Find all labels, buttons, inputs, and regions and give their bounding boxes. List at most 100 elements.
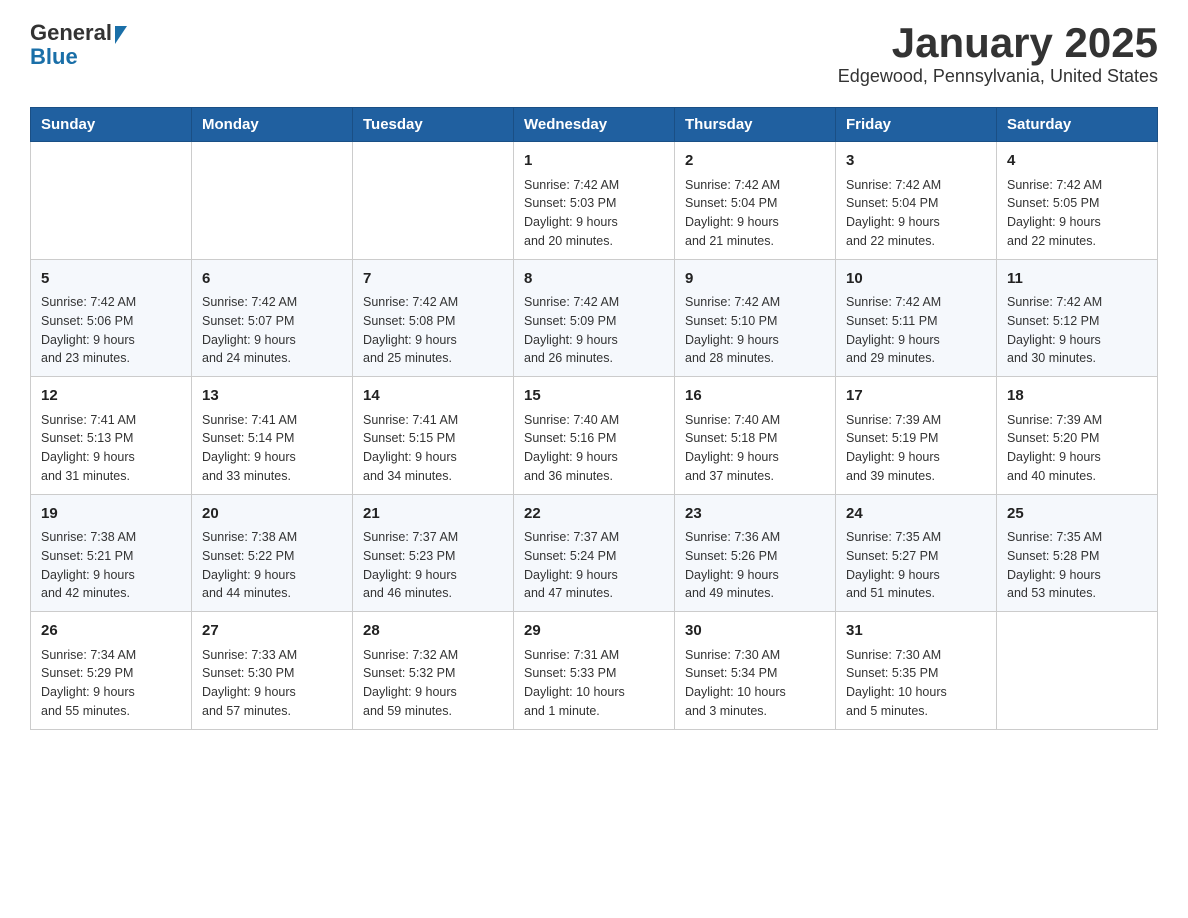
day-number: 9 [685, 268, 825, 291]
title-area: January 2025 Edgewood, Pennsylvania, Uni… [838, 20, 1158, 87]
calendar-cell: 14Sunrise: 7:41 AM Sunset: 5:15 PM Dayli… [353, 377, 514, 495]
day-number: 17 [846, 385, 986, 408]
day-info: Sunrise: 7:41 AM Sunset: 5:13 PM Dayligh… [41, 411, 181, 486]
day-number: 16 [685, 385, 825, 408]
calendar-cell: 20Sunrise: 7:38 AM Sunset: 5:22 PM Dayli… [192, 494, 353, 612]
day-number: 31 [846, 620, 986, 643]
calendar-cell: 29 Sunrise: 7:31 AM Sunset: 5:33 PM Dayli… [514, 612, 675, 730]
day-info: Sunrise: 7:40 AM Sunset: 5:16 PM Dayligh… [524, 411, 664, 486]
day-info: Sunrise: 7:34 AM Sunset: 5:29 PM Dayligh… [41, 646, 181, 721]
calendar-cell: 27 Sunrise: 7:33 AM Sunset: 5:30 PM Dayli… [192, 612, 353, 730]
calendar-cell: 11Sunrise: 7:42 AM Sunset: 5:12 PM Dayli… [997, 259, 1158, 377]
day-number: 8 [524, 268, 664, 291]
calendar-cell: 31 Sunrise: 7:30 AM Sunset: 5:35 PM Dayli… [836, 612, 997, 730]
day-number: 27 [202, 620, 342, 643]
calendar-cell: 3Sunrise: 7:42 AM Sunset: 5:04 PM Daylig… [836, 142, 997, 260]
calendar-cell: 12 Sunrise: 7:41 AM Sunset: 5:13 PM Dayli… [31, 377, 192, 495]
day-info: Sunrise: 7:39 AM Sunset: 5:19 PM Dayligh… [846, 411, 986, 486]
day-number: 21 [363, 503, 503, 526]
calendar-cell: 1 Sunrise: 7:42 AM Sunset: 5:03 PM Daylig… [514, 142, 675, 260]
day-info: Sunrise: 7:40 AM Sunset: 5:18 PM Dayligh… [685, 411, 825, 486]
calendar-cell [997, 612, 1158, 730]
calendar-cell: 18Sunrise: 7:39 AM Sunset: 5:20 PM Dayli… [997, 377, 1158, 495]
col-tuesday: Tuesday [353, 108, 514, 142]
col-thursday: Thursday [675, 108, 836, 142]
calendar-cell: 13 Sunrise: 7:41 AM Sunset: 5:14 PM Dayli… [192, 377, 353, 495]
calendar-cell: 22Sunrise: 7:37 AM Sunset: 5:24 PM Dayli… [514, 494, 675, 612]
day-info: Sunrise: 7:37 AM Sunset: 5:23 PM Dayligh… [363, 528, 503, 603]
calendar-week-row: 12 Sunrise: 7:41 AM Sunset: 5:13 PM Dayli… [31, 377, 1158, 495]
calendar-cell: 6Sunrise: 7:42 AM Sunset: 5:07 PM Daylig… [192, 259, 353, 377]
day-number: 30 [685, 620, 825, 643]
day-number: 26 [41, 620, 181, 643]
day-info: Sunrise: 7:36 AM Sunset: 5:26 PM Dayligh… [685, 528, 825, 603]
day-info: Sunrise: 7:42 AM Sunset: 5:03 PM Dayligh… [524, 176, 664, 251]
day-number: 2 [685, 150, 825, 173]
day-number: 5 [41, 268, 181, 291]
calendar-cell: 10Sunrise: 7:42 AM Sunset: 5:11 PM Dayli… [836, 259, 997, 377]
logo-blue: Blue [30, 46, 127, 68]
day-number: 12 [41, 385, 181, 408]
calendar-title: January 2025 [838, 20, 1158, 66]
day-number: 7 [363, 268, 503, 291]
calendar-cell: 24Sunrise: 7:35 AM Sunset: 5:27 PM Dayli… [836, 494, 997, 612]
day-info: Sunrise: 7:38 AM Sunset: 5:21 PM Dayligh… [41, 528, 181, 603]
calendar-cell: 4Sunrise: 7:42 AM Sunset: 5:05 PM Daylig… [997, 142, 1158, 260]
day-info: Sunrise: 7:42 AM Sunset: 5:07 PM Dayligh… [202, 293, 342, 368]
calendar-cell: 8Sunrise: 7:42 AM Sunset: 5:09 PM Daylig… [514, 259, 675, 377]
calendar-cell [192, 142, 353, 260]
day-number: 4 [1007, 150, 1147, 173]
calendar-cell: 23Sunrise: 7:36 AM Sunset: 5:26 PM Dayli… [675, 494, 836, 612]
day-number: 24 [846, 503, 986, 526]
day-info: Sunrise: 7:38 AM Sunset: 5:22 PM Dayligh… [202, 528, 342, 603]
day-info: Sunrise: 7:35 AM Sunset: 5:27 PM Dayligh… [846, 528, 986, 603]
calendar-cell: 7Sunrise: 7:42 AM Sunset: 5:08 PM Daylig… [353, 259, 514, 377]
day-info: Sunrise: 7:42 AM Sunset: 5:08 PM Dayligh… [363, 293, 503, 368]
calendar-week-row: 19Sunrise: 7:38 AM Sunset: 5:21 PM Dayli… [31, 494, 1158, 612]
calendar-week-row: 5Sunrise: 7:42 AM Sunset: 5:06 PM Daylig… [31, 259, 1158, 377]
day-number: 1 [524, 150, 664, 173]
day-info: Sunrise: 7:32 AM Sunset: 5:32 PM Dayligh… [363, 646, 503, 721]
day-info: Sunrise: 7:31 AM Sunset: 5:33 PM Dayligh… [524, 646, 664, 721]
day-info: Sunrise: 7:41 AM Sunset: 5:15 PM Dayligh… [363, 411, 503, 486]
calendar-cell [353, 142, 514, 260]
day-info: Sunrise: 7:35 AM Sunset: 5:28 PM Dayligh… [1007, 528, 1147, 603]
calendar-week-row: 1 Sunrise: 7:42 AM Sunset: 5:03 PM Daylig… [31, 142, 1158, 260]
logo-triangle-icon [115, 26, 127, 44]
calendar-cell: 19Sunrise: 7:38 AM Sunset: 5:21 PM Dayli… [31, 494, 192, 612]
calendar-cell: 5Sunrise: 7:42 AM Sunset: 5:06 PM Daylig… [31, 259, 192, 377]
day-number: 22 [524, 503, 664, 526]
day-info: Sunrise: 7:42 AM Sunset: 5:11 PM Dayligh… [846, 293, 986, 368]
col-wednesday: Wednesday [514, 108, 675, 142]
day-number: 6 [202, 268, 342, 291]
day-number: 25 [1007, 503, 1147, 526]
day-info: Sunrise: 7:39 AM Sunset: 5:20 PM Dayligh… [1007, 411, 1147, 486]
day-number: 13 [202, 385, 342, 408]
col-monday: Monday [192, 108, 353, 142]
day-info: Sunrise: 7:42 AM Sunset: 5:06 PM Dayligh… [41, 293, 181, 368]
calendar-cell: 26 Sunrise: 7:34 AM Sunset: 5:29 PM Dayli… [31, 612, 192, 730]
page-header: General Blue January 2025 Edgewood, Penn… [30, 20, 1158, 87]
calendar-subtitle: Edgewood, Pennsylvania, United States [838, 66, 1158, 87]
day-info: Sunrise: 7:33 AM Sunset: 5:30 PM Dayligh… [202, 646, 342, 721]
calendar-cell [31, 142, 192, 260]
calendar-cell: 30Sunrise: 7:30 AM Sunset: 5:34 PM Dayli… [675, 612, 836, 730]
logo: General Blue [30, 20, 127, 68]
calendar-cell: 15Sunrise: 7:40 AM Sunset: 5:16 PM Dayli… [514, 377, 675, 495]
day-number: 20 [202, 503, 342, 526]
calendar-cell: 25Sunrise: 7:35 AM Sunset: 5:28 PM Dayli… [997, 494, 1158, 612]
day-info: Sunrise: 7:37 AM Sunset: 5:24 PM Dayligh… [524, 528, 664, 603]
day-number: 23 [685, 503, 825, 526]
col-friday: Friday [836, 108, 997, 142]
day-info: Sunrise: 7:30 AM Sunset: 5:35 PM Dayligh… [846, 646, 986, 721]
day-info: Sunrise: 7:42 AM Sunset: 5:10 PM Dayligh… [685, 293, 825, 368]
day-number: 29 [524, 620, 664, 643]
calendar-cell: 28Sunrise: 7:32 AM Sunset: 5:32 PM Dayli… [353, 612, 514, 730]
calendar-cell: 17 Sunrise: 7:39 AM Sunset: 5:19 PM Dayli… [836, 377, 997, 495]
day-info: Sunrise: 7:42 AM Sunset: 5:09 PM Dayligh… [524, 293, 664, 368]
calendar-cell: 16 Sunrise: 7:40 AM Sunset: 5:18 PM Dayli… [675, 377, 836, 495]
col-sunday: Sunday [31, 108, 192, 142]
calendar-cell: 9Sunrise: 7:42 AM Sunset: 5:10 PM Daylig… [675, 259, 836, 377]
day-info: Sunrise: 7:41 AM Sunset: 5:14 PM Dayligh… [202, 411, 342, 486]
calendar-header-row: Sunday Monday Tuesday Wednesday Thursday… [31, 108, 1158, 142]
